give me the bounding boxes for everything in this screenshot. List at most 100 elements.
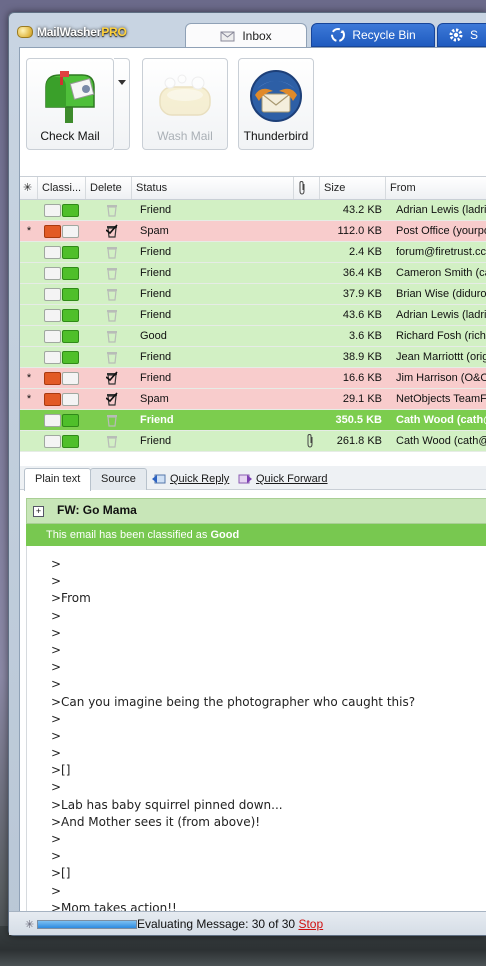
column-chooser-icon[interactable]: ✳ <box>20 177 38 199</box>
thunderbird-button[interactable]: Thunderbird <box>238 58 314 150</box>
classification-buttons[interactable] <box>44 305 82 325</box>
thumbs-up-icon[interactable] <box>62 372 79 385</box>
thumbs-down-icon[interactable] <box>44 246 61 259</box>
message-body[interactable]: > > >From > > > > > >Can you imagine being the p… <box>26 546 486 914</box>
thumbs-up-icon[interactable] <box>62 288 79 301</box>
table-row[interactable]: Good 3.6 KB Richard Fosh (rich@ <box>20 326 486 347</box>
tab-settings[interactable]: S <box>437 23 486 47</box>
row-new-marker <box>20 431 38 451</box>
classification-buttons[interactable] <box>44 200 82 220</box>
wash-mail-label: Wash Mail <box>157 129 213 143</box>
table-row[interactable]: * Spam 29.1 KB NetObjects TeamFu <box>20 389 486 410</box>
thumbs-up-icon[interactable] <box>62 351 79 364</box>
classification-buttons[interactable] <box>44 221 82 241</box>
delete-toggle[interactable] <box>102 200 126 220</box>
check-mail-dropdown[interactable] <box>114 58 130 150</box>
column-delete[interactable]: Delete <box>86 177 132 199</box>
delete-toggle[interactable] <box>102 305 126 325</box>
column-from[interactable]: From <box>386 177 486 199</box>
row-size: 37.9 KB <box>342 288 382 300</box>
expand-header-toggle[interactable]: + <box>33 506 44 517</box>
table-row[interactable]: Friend 261.8 KB Cath Wood (cath@ <box>20 431 486 452</box>
body-line: > <box>51 574 62 589</box>
delete-toggle[interactable] <box>102 221 126 241</box>
row-status: Friend <box>140 351 172 363</box>
check-mail-button[interactable]: Check Mail <box>26 58 114 150</box>
reply-icon <box>152 474 166 484</box>
thumbs-up-icon[interactable] <box>62 204 79 217</box>
thumbs-down-icon[interactable] <box>44 372 61 385</box>
delete-toggle[interactable] <box>102 431 126 451</box>
classification-buttons[interactable] <box>44 242 82 262</box>
delete-toggle[interactable] <box>102 410 126 430</box>
thumbs-down-icon[interactable] <box>44 351 61 364</box>
table-row[interactable]: * Friend 16.6 KB Jim Harrison (O&O <box>20 368 486 389</box>
thumbs-up-icon[interactable] <box>62 225 79 238</box>
thumbs-up-icon[interactable] <box>62 330 79 343</box>
stop-link[interactable]: Stop <box>298 917 323 931</box>
table-row[interactable]: Friend 37.9 KB Brian Wise (diduro <box>20 284 486 305</box>
classification-buttons[interactable] <box>44 368 82 388</box>
classification-buttons[interactable] <box>44 347 82 367</box>
thumbs-up-icon[interactable] <box>62 393 79 406</box>
table-row[interactable]: Friend 38.9 KB Jean Marriottt (orig <box>20 347 486 368</box>
thumbs-down-icon[interactable] <box>44 204 61 217</box>
table-row[interactable]: Friend 350.5 KB Cath Wood (cath@ <box>20 410 486 431</box>
delete-toggle[interactable] <box>102 326 126 346</box>
tab-source[interactable]: Source <box>90 468 147 490</box>
thumbs-down-icon[interactable] <box>44 288 61 301</box>
reader-tabs: Plain text Source Quick Reply Quick Forw… <box>20 466 486 491</box>
table-row[interactable]: Friend 43.6 KB Adrian Lewis (ladri <box>20 305 486 326</box>
message-reader: Plain text Source Quick Reply Quick Forw… <box>20 466 486 914</box>
thumbs-up-icon[interactable] <box>62 435 79 448</box>
delete-toggle[interactable] <box>102 284 126 304</box>
thumbs-down-icon[interactable] <box>44 330 61 343</box>
row-size: 29.1 KB <box>342 393 382 405</box>
thumbs-up-icon[interactable] <box>62 246 79 259</box>
classification-buttons[interactable] <box>44 284 82 304</box>
classification-buttons[interactable] <box>44 389 82 409</box>
classification-buttons[interactable] <box>44 326 82 346</box>
thumbs-down-icon[interactable] <box>44 414 61 427</box>
quick-forward-link[interactable]: Quick Forward <box>238 470 328 488</box>
column-size[interactable]: Size <box>320 177 386 199</box>
body-line: > <box>51 832 62 846</box>
delete-toggle[interactable] <box>102 368 126 388</box>
thumbs-up-icon[interactable] <box>62 414 79 427</box>
table-row[interactable]: Friend 43.2 KB Adrian Lewis (ladri <box>20 200 486 221</box>
thumbs-up-icon[interactable] <box>62 267 79 280</box>
thumbs-down-icon[interactable] <box>44 309 61 322</box>
trash-icon <box>107 247 117 259</box>
thumbs-up-icon[interactable] <box>62 309 79 322</box>
table-row[interactable]: * Spam 112.0 KB Post Office (yourpo <box>20 221 486 242</box>
thumbs-down-icon[interactable] <box>44 267 61 280</box>
table-row[interactable]: Friend 2.4 KB forum@firetrust.cc <box>20 242 486 263</box>
delete-toggle[interactable] <box>102 347 126 367</box>
column-status[interactable]: Status <box>132 177 294 199</box>
tab-recycle-bin[interactable]: Recycle Bin <box>311 23 435 47</box>
column-classification[interactable]: Classi... <box>38 177 86 199</box>
thumbs-down-icon[interactable] <box>44 435 61 448</box>
wash-mail-button[interactable]: Wash Mail <box>142 58 228 150</box>
delete-toggle[interactable] <box>102 263 126 283</box>
body-line: >[] <box>51 763 71 778</box>
classification-buttons[interactable] <box>44 410 82 430</box>
classification-buttons[interactable] <box>44 263 82 283</box>
tab-plain-text[interactable]: Plain text <box>24 468 92 491</box>
thumbs-down-icon[interactable] <box>44 393 61 406</box>
thumbs-down-icon[interactable] <box>44 225 61 238</box>
table-row[interactable]: Friend 36.4 KB Cameron Smith (cai <box>20 263 486 284</box>
paperclip-icon <box>306 431 320 451</box>
delete-toggle[interactable] <box>102 242 126 262</box>
quick-reply-link[interactable]: Quick Reply <box>152 470 229 488</box>
delete-toggle[interactable] <box>102 389 126 409</box>
tab-inbox[interactable]: Inbox <box>185 23 307 47</box>
row-status: Friend <box>140 372 172 384</box>
row-status: Friend <box>140 204 172 216</box>
body-line: >Can you imagine being the photographer … <box>51 694 416 709</box>
toolbar: Check Mail Wash Mail Thunderbird <box>20 48 486 166</box>
column-attachment[interactable] <box>294 177 320 199</box>
message-grid: ✳ Classi... Delete Status Size From Frie… <box>20 176 486 456</box>
classification-buttons[interactable] <box>44 431 82 451</box>
tab-inbox-label: Inbox <box>242 28 272 43</box>
